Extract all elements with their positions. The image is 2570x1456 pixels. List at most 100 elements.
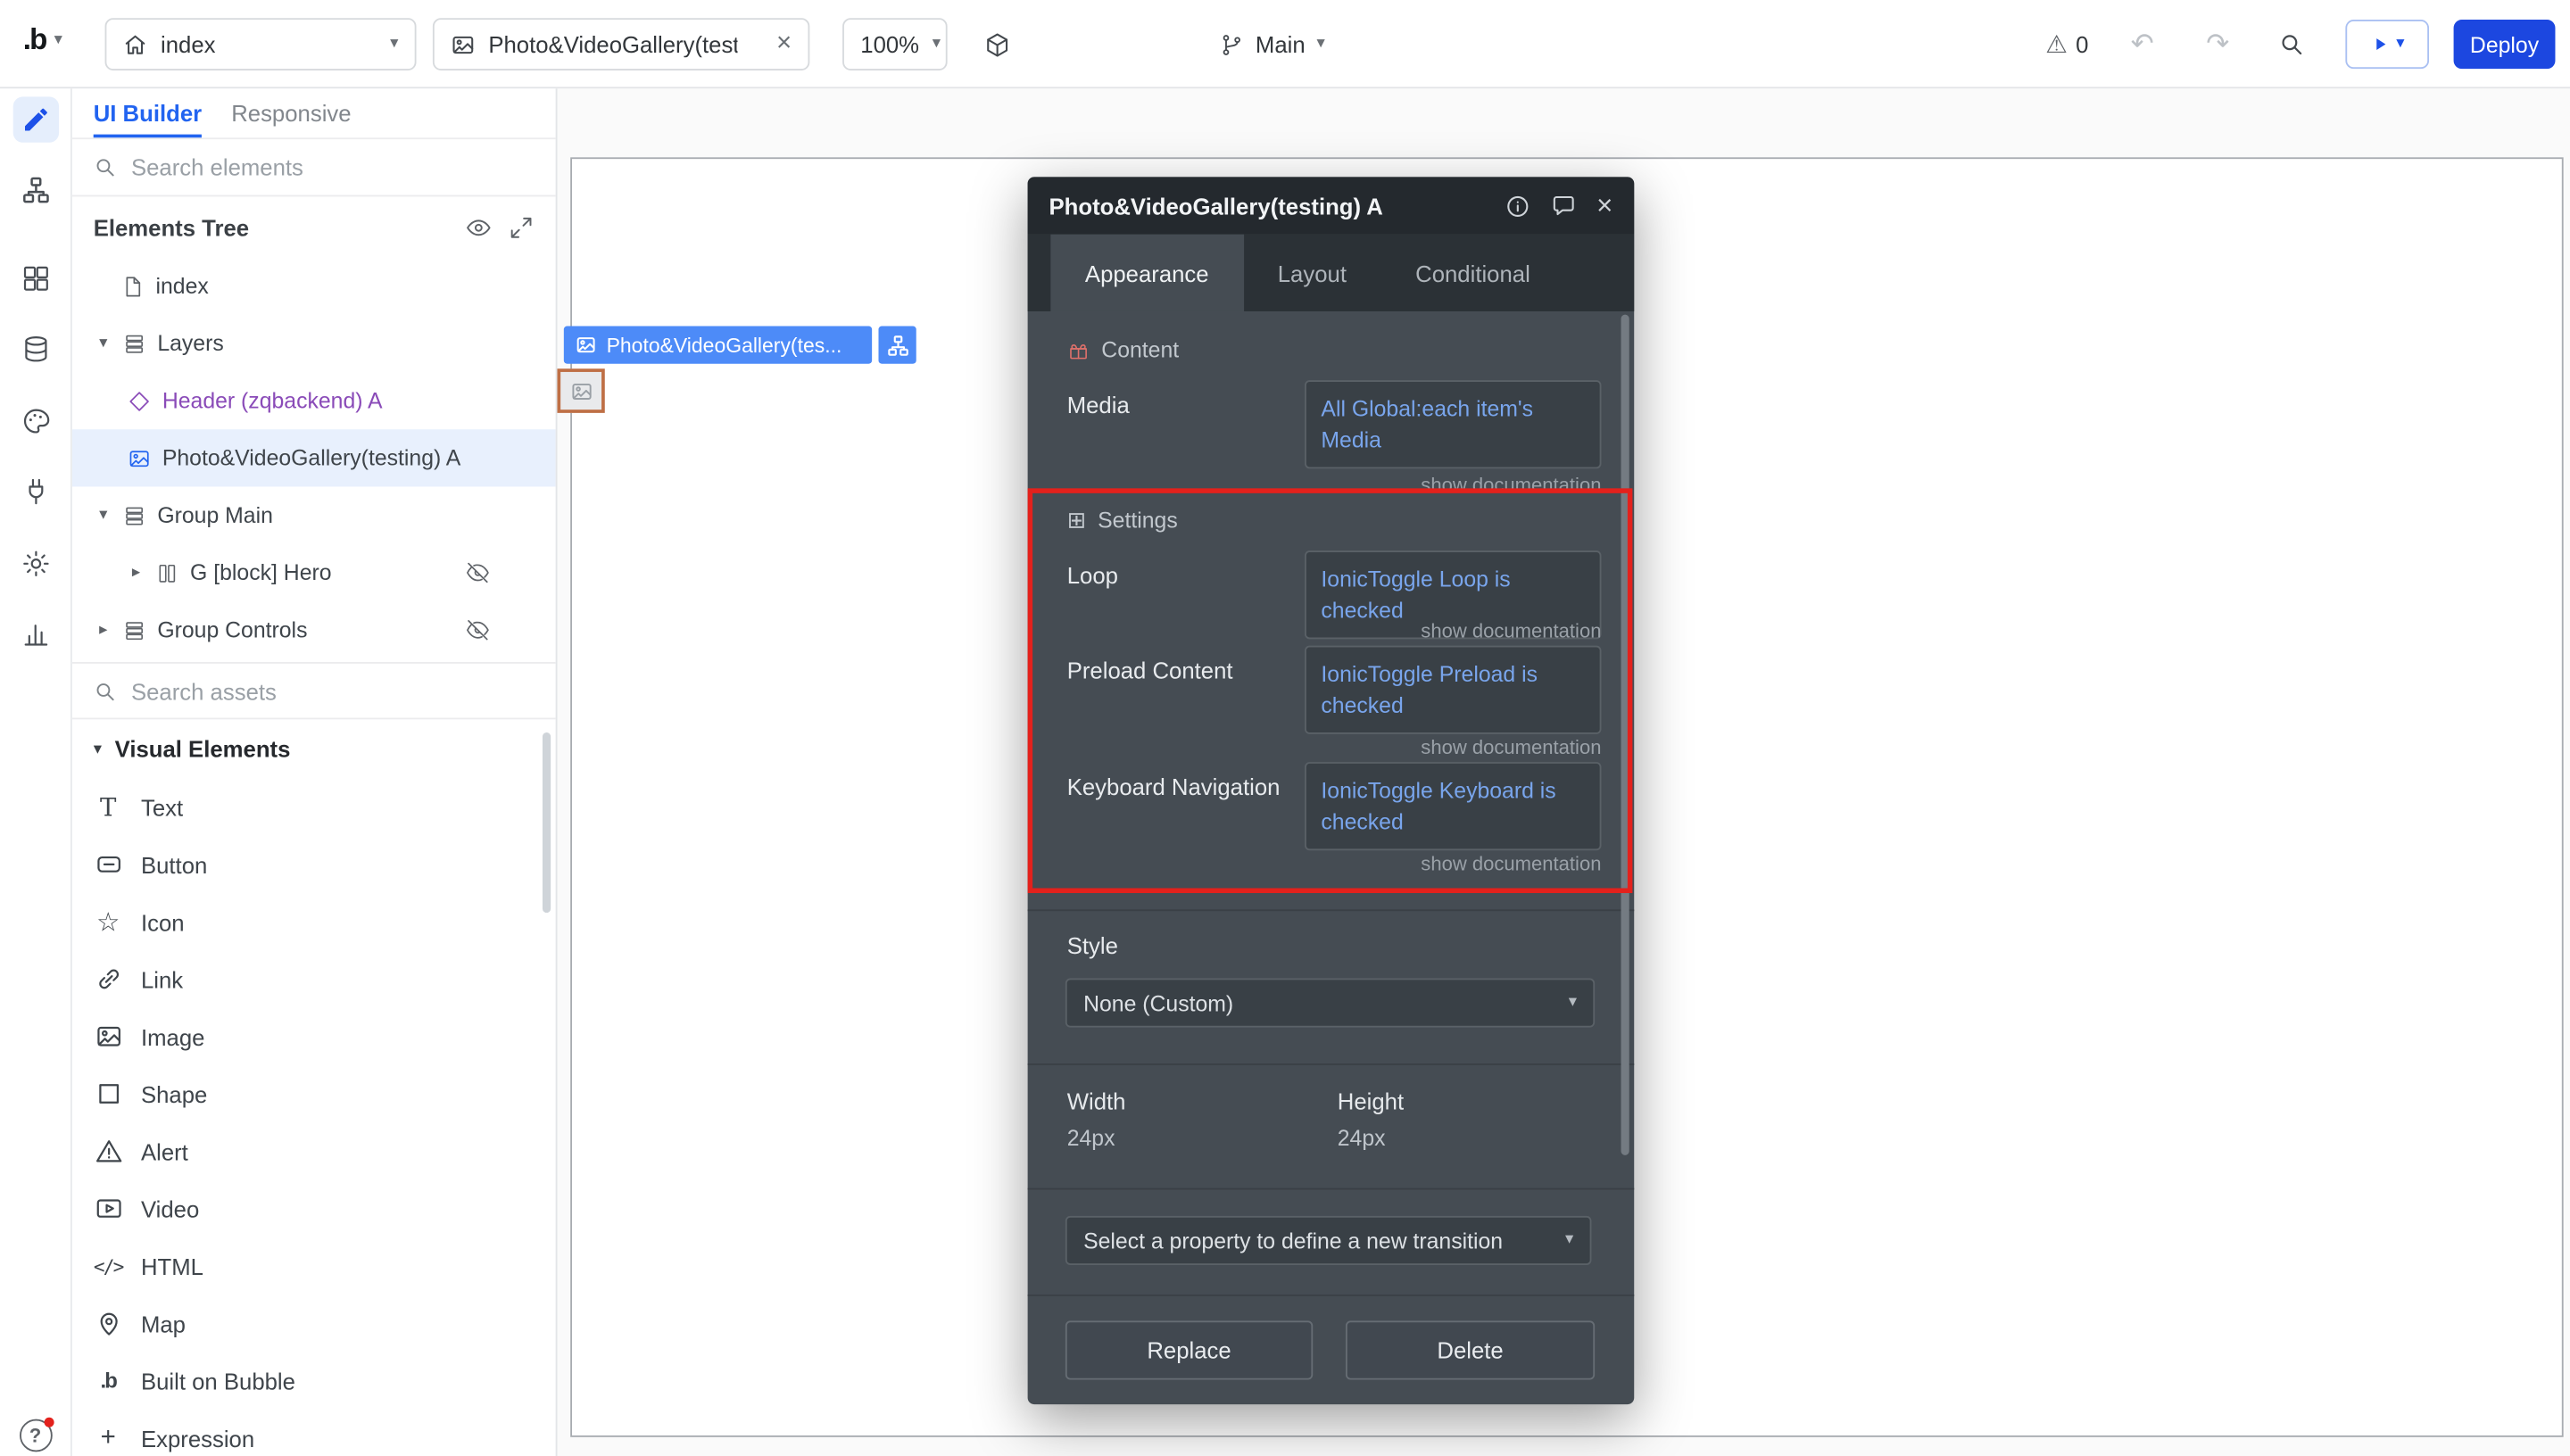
hidden-eye-icon[interactable] <box>466 617 491 642</box>
tab-ui-builder[interactable]: UI Builder <box>94 88 202 137</box>
search-icon <box>2278 31 2304 57</box>
workflow-tab-button[interactable] <box>12 167 58 212</box>
palette-item-built-on-bubble[interactable]: .b Built on Bubble <box>72 1352 556 1409</box>
data-tab-button[interactable] <box>12 327 58 372</box>
sitemap-icon <box>886 334 909 357</box>
palette-item-video[interactable]: Video <box>72 1179 556 1237</box>
bubble-logo-menu[interactable]: .b ▾ <box>23 23 62 58</box>
tree-item-layers[interactable]: ▾ Layers <box>72 315 556 372</box>
visual-elements-header[interactable]: ▾ Visual Elements <box>72 719 556 778</box>
sitemap-icon <box>21 176 50 205</box>
logs-tab-button[interactable] <box>12 611 58 657</box>
branch-value: Main <box>1256 31 1306 57</box>
redo-button[interactable]: ↷ <box>2206 0 2229 88</box>
page-selector[interactable]: index ▾ <box>105 18 417 70</box>
panel-scrollbar[interactable] <box>543 732 551 913</box>
palette-item-map[interactable]: Map <box>72 1295 556 1352</box>
tree-item-block-hero[interactable]: ▸ G [block] Hero <box>72 544 556 601</box>
show-documentation-link[interactable]: show documentation <box>1421 474 1601 497</box>
loop-field-label: Loop <box>1067 562 1300 588</box>
plug-icon <box>21 476 50 506</box>
close-icon[interactable]: × <box>776 29 792 59</box>
tree-item-group-main[interactable]: ▾ Group Main <box>72 487 556 544</box>
palette-item-html[interactable]: </> HTML <box>72 1237 556 1295</box>
search-assets-input[interactable] <box>131 677 459 703</box>
search-button[interactable] <box>2278 0 2304 88</box>
expand-icon[interactable] <box>508 214 534 240</box>
plugins-tab-button[interactable] <box>12 468 58 514</box>
gift-icon <box>1067 338 1090 361</box>
transition-dropdown[interactable]: Select a property to define a new transi… <box>1065 1216 1592 1265</box>
help-button[interactable]: ? <box>19 1419 52 1452</box>
palette-item-shape[interactable]: Shape <box>72 1065 556 1122</box>
tree-item-header[interactable]: Header (zqbackend) A <box>72 372 556 429</box>
chevron-down-icon[interactable]: ▾ <box>95 507 112 525</box>
undo-button[interactable]: ↶ <box>2131 0 2154 88</box>
eye-icon[interactable] <box>466 214 492 240</box>
show-documentation-link[interactable]: show documentation <box>1421 852 1601 875</box>
element-selector[interactable]: Photo&VideoGallery(testin... × <box>433 18 809 70</box>
palette-item-label: Icon <box>141 908 185 934</box>
branch-selector[interactable]: Main ▾ <box>1220 0 1325 88</box>
tab-appearance[interactable]: Appearance <box>1050 235 1243 311</box>
tab-layout[interactable]: Layout <box>1243 235 1380 311</box>
content-section-title: Content <box>1101 337 1179 362</box>
close-icon[interactable]: × <box>1596 192 1612 219</box>
show-documentation-link[interactable]: show documentation <box>1421 619 1601 642</box>
tree-item-label: Layers <box>157 331 223 356</box>
preload-field-value[interactable]: IonicToggle Preload is checked <box>1305 646 1601 734</box>
html-icon: </> <box>94 1251 123 1280</box>
tab-responsive[interactable]: Responsive <box>231 88 351 137</box>
design-tab-button[interactable] <box>12 96 58 142</box>
tree-item-photo-gallery[interactable]: Photo&VideoGallery(testing) A <box>72 429 556 486</box>
property-editor-titlebar[interactable]: Photo&VideoGallery(testing) A × <box>1028 177 1635 234</box>
palette-item-text[interactable]: T Text <box>72 778 556 835</box>
issues-indicator[interactable]: ⚠ 0 <box>2045 0 2088 88</box>
palette-item-link[interactable]: Link <box>72 950 556 1007</box>
page-icon <box>121 275 145 298</box>
delete-button[interactable]: Delete <box>1346 1320 1595 1379</box>
layout-tab-button[interactable] <box>12 256 58 302</box>
keyboard-field-value[interactable]: IonicToggle Keyboard is checked <box>1305 762 1601 850</box>
preview-button[interactable]: ▾ <box>2345 20 2429 69</box>
tree-item-group-controls[interactable]: ▸ Group Controls <box>72 601 556 658</box>
chevron-down-icon[interactable]: ▾ <box>95 335 112 352</box>
style-dropdown-value: None (Custom) <box>1083 990 1233 1015</box>
palette-item-expression[interactable]: + Expression <box>72 1410 556 1456</box>
info-icon[interactable] <box>1505 193 1530 219</box>
hidden-eye-icon[interactable] <box>466 560 491 585</box>
canvas[interactable]: Photo&VideoGallery(tes... Photo&VideoGal… <box>557 88 2570 1456</box>
palette-item-button[interactable]: Button <box>72 836 556 893</box>
settings-section-header: ⊞ Settings <box>1067 507 1178 534</box>
settings-tab-button[interactable] <box>12 541 58 586</box>
show-documentation-link[interactable]: show documentation <box>1421 736 1601 759</box>
style-dropdown[interactable]: None (Custom) ▾ <box>1065 979 1595 1028</box>
palette-item-label: Map <box>141 1310 186 1336</box>
search-elements-input[interactable] <box>131 154 459 180</box>
zoom-selector[interactable]: 100% ▾ <box>842 18 948 70</box>
popup-scrollbar[interactable] <box>1621 315 1629 1155</box>
comment-icon[interactable] <box>1551 193 1577 219</box>
palette-item-image[interactable]: Image <box>72 1008 556 1065</box>
chevron-right-icon[interactable]: ▸ <box>95 621 112 639</box>
element-hierarchy-button[interactable] <box>878 327 916 364</box>
warning-icon: ⚠ <box>2045 29 2068 59</box>
media-field-value[interactable]: All Global:each item's Media <box>1305 380 1601 468</box>
tree-item-label: Group Main <box>157 503 273 528</box>
palette-item-icon[interactable]: ☆ Icon <box>72 893 556 950</box>
replace-button[interactable]: Replace <box>1065 1320 1313 1379</box>
chevron-right-icon[interactable]: ▸ <box>128 564 144 582</box>
palette-item-label: Link <box>141 966 183 992</box>
palette-item-label: Button <box>141 851 207 877</box>
selected-element-tag[interactable]: Photo&VideoGallery(tes... <box>564 327 872 364</box>
undo-icon: ↶ <box>2131 28 2154 61</box>
palette-item-alert[interactable]: Alert <box>72 1122 556 1179</box>
palette-item-label: Alert <box>141 1138 188 1164</box>
styles-tab-button[interactable] <box>12 398 58 443</box>
selected-gallery-element[interactable] <box>557 368 604 413</box>
tab-conditional[interactable]: Conditional <box>1381 235 1565 311</box>
transition-dropdown-placeholder: Select a property to define a new transi… <box>1083 1228 1503 1253</box>
component-library-button[interactable] <box>983 0 1011 88</box>
deploy-button[interactable]: Deploy <box>2454 20 2556 69</box>
tree-item-index[interactable]: index <box>72 257 556 314</box>
